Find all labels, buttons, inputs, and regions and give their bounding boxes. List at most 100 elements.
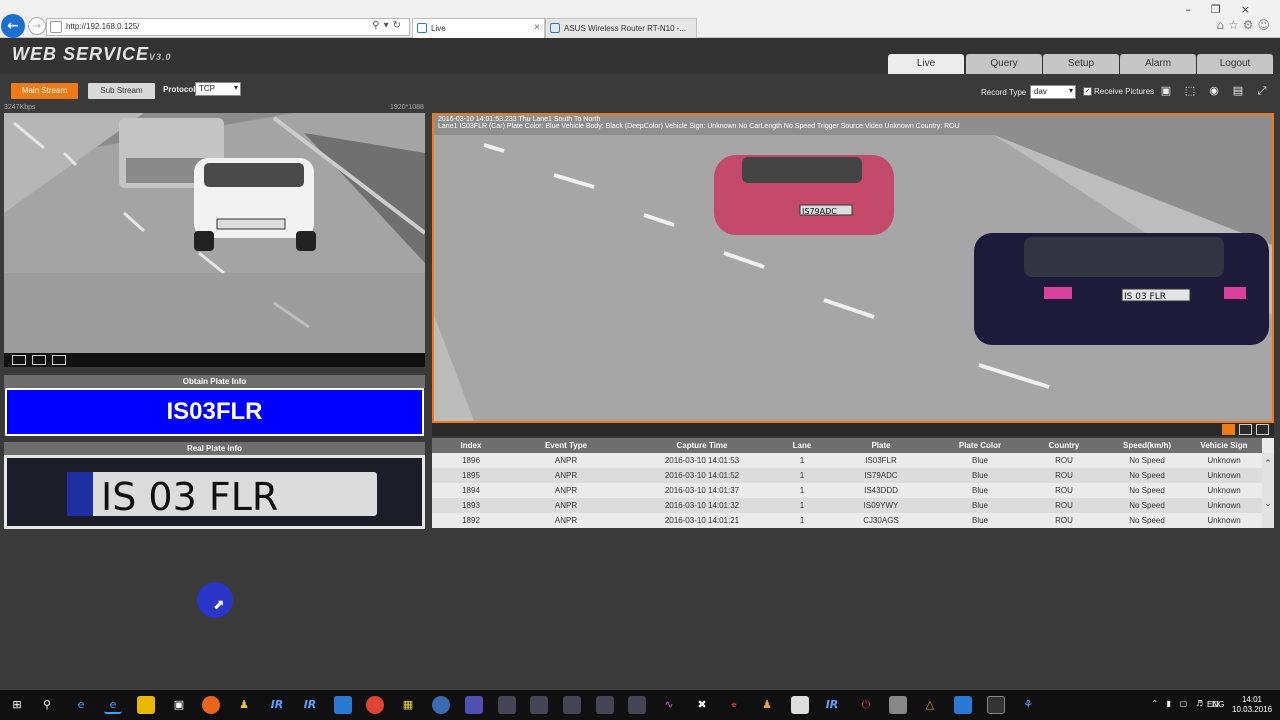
file-explorer-icon[interactable] <box>137 696 155 714</box>
real-plate-panel: IS 03 FLR <box>4 455 425 529</box>
print-app-icon[interactable] <box>889 696 907 714</box>
taskbar-clock[interactable]: 14:01 10.03.2016 <box>1232 695 1272 715</box>
ir-app-icon-3[interactable]: IR <box>823 696 841 714</box>
window-controls[interactable]: –❐× <box>1185 3 1270 16</box>
user-app-icon[interactable]: ♟ <box>758 696 776 714</box>
table-row[interactable]: 1896 ANPR 2016-03-10 14:01:53 1 IS03FLR … <box>432 453 1262 468</box>
disc-app-icon-5[interactable] <box>628 696 646 714</box>
layout-2-icon[interactable] <box>32 355 46 365</box>
protocol-select[interactable]: TCP ▾ <box>195 82 241 96</box>
record-icon[interactable]: ▤ <box>1229 84 1247 98</box>
column-header[interactable]: Index <box>432 438 510 453</box>
forward-icon[interactable]: → <box>28 17 46 35</box>
video-event-overlay: Lane1 IS03FLR (Car) Plate Color: Blue Ve… <box>438 123 960 130</box>
table-scrollbar[interactable]: ⌃ ⌄ <box>1262 453 1274 528</box>
edge-icon[interactable]: e <box>72 696 90 714</box>
main-stream-button[interactable]: Main Stream <box>11 83 78 99</box>
ir-app-icon[interactable]: IR <box>268 696 286 714</box>
browser-tab-router[interactable]: ASUS Wireless Router RT-N10 -... <box>545 18 697 38</box>
close-view-icon[interactable] <box>1256 424 1269 435</box>
fullscreen-icon[interactable]: ⤢ <box>1253 84 1271 98</box>
chess-app-icon[interactable]: ♚ <box>725 696 743 714</box>
column-header[interactable]: Vehicle Sign <box>1186 438 1262 453</box>
receive-pictures-checkbox[interactable]: ✓ <box>1083 87 1092 96</box>
tab-alarm[interactable]: Alarm <box>1120 54 1196 74</box>
single-view-icon[interactable] <box>1222 424 1235 435</box>
disc-app-icon-4[interactable] <box>596 696 614 714</box>
language-indicator[interactable]: ENG <box>1207 700 1224 709</box>
column-header[interactable]: Lane <box>782 438 822 453</box>
table-row[interactable]: 1894 ANPR 2016-03-10 14:01:37 1 IS43DDD … <box>432 483 1262 498</box>
cell-capture-time: 2016-03-10 14:01:52 <box>664 471 740 480</box>
column-header[interactable]: Plate <box>822 438 940 453</box>
record-type-select[interactable]: dav ▾ <box>1030 85 1076 99</box>
region-select-icon[interactable]: ⬚ <box>1181 84 1199 98</box>
installer-icon[interactable]: △ <box>921 696 939 714</box>
column-header[interactable]: Country <box>1020 438 1108 453</box>
internet-explorer-icon[interactable]: e <box>104 696 122 714</box>
cell-lane: 1 <box>799 516 805 525</box>
firefox-icon[interactable] <box>202 696 220 714</box>
table-row[interactable]: 1892 ANPR 2016-03-10 14:01:21 1 CJ30AGS … <box>432 513 1262 528</box>
disc-app-icon-2[interactable] <box>530 696 548 714</box>
settings-app-icon[interactable] <box>954 696 972 714</box>
cell-country: ROU <box>1055 456 1073 465</box>
store-icon[interactable]: ▣ <box>170 696 188 714</box>
capture-scene-image: IS79ADC IS 03 FLR <box>434 115 1272 421</box>
puzzle-app-icon[interactable]: ▦ <box>399 696 417 714</box>
camera-icon[interactable]: ◉ <box>1205 84 1223 98</box>
browser-toolbar-icons[interactable]: ⌂☆⚙☺ <box>1216 18 1274 32</box>
cell-lane: 1 <box>799 471 805 480</box>
browser-tab-live[interactable]: Live × <box>412 18 545 38</box>
column-header[interactable]: Plate Color <box>940 438 1020 453</box>
tab-live[interactable]: Live <box>888 54 964 74</box>
layout-1-icon[interactable] <box>12 355 26 365</box>
tools-icon[interactable]: ✖ <box>693 696 711 714</box>
notepad-icon[interactable] <box>791 696 809 714</box>
back-icon[interactable]: ← <box>1 14 25 38</box>
table-row[interactable]: 1895 ANPR 2016-03-10 14:01:52 1 IS79ADC … <box>432 468 1262 483</box>
disc-app-icon-1[interactable] <box>498 696 516 714</box>
tab-page-icon <box>417 23 427 33</box>
address-bar[interactable]: http://192.168.0.125/ ⚲▾↻ <box>46 18 410 36</box>
plate-crop-image: IS 03 FLR <box>7 458 422 526</box>
people-app-icon[interactable]: ♟ <box>235 696 253 714</box>
app-window-icon[interactable] <box>334 696 352 714</box>
tab-logout[interactable]: Logout <box>1197 54 1273 74</box>
cell-plate-color: Blue <box>971 501 988 510</box>
overview-video-feed[interactable] <box>4 113 425 353</box>
winamp-icon[interactable]: ∿ <box>660 696 678 714</box>
column-header[interactable]: Speed(km/h) <box>1108 438 1186 453</box>
column-header[interactable]: Capture Time <box>622 438 782 453</box>
windows-start-icon[interactable]: ⊞ <box>8 696 26 714</box>
split-view-icon[interactable] <box>1239 424 1252 435</box>
ir-app-icon-2[interactable]: IR <box>301 696 319 714</box>
cell-event-type: ANPR <box>554 501 578 510</box>
search-refresh-icons[interactable]: ⚲▾↻ <box>372 20 405 31</box>
cell-vehicle-sign: Unknown <box>1207 471 1241 480</box>
network-app-icon[interactable] <box>432 696 450 714</box>
column-header[interactable]: Event Type <box>510 438 622 453</box>
cell-country: ROU <box>1055 486 1073 495</box>
capture-video-feed[interactable]: IS79ADC IS 03 FLR 2016-03-10 14:01:53.23… <box>432 113 1274 423</box>
document-app-icon[interactable] <box>465 696 483 714</box>
network-tool-icon[interactable]: ⚘ <box>1019 696 1037 714</box>
cell-index: 1895 <box>462 471 480 480</box>
chrome-icon[interactable] <box>366 696 384 714</box>
cell-speed: No Speed <box>1129 486 1165 495</box>
terminal-icon[interactable] <box>987 696 1005 714</box>
disc-app-icon-3[interactable] <box>563 696 581 714</box>
expand-icon[interactable] <box>52 355 66 365</box>
snapshot-icon[interactable]: ▣ <box>1157 84 1175 98</box>
cell-index: 1893 <box>462 501 480 510</box>
tab-query[interactable]: Query <box>966 54 1042 74</box>
chevron-up-icon[interactable]: ⌃ <box>1262 459 1274 469</box>
power-app-icon[interactable]: ⏻ <box>857 696 875 714</box>
search-icon[interactable]: ⚲ <box>38 696 56 714</box>
sub-stream-button[interactable]: Sub Stream <box>88 83 155 99</box>
table-row[interactable]: 1893 ANPR 2016-03-10 14:01:32 1 IS09YWY … <box>432 498 1262 513</box>
tab-setup[interactable]: Setup <box>1043 54 1119 74</box>
cell-country: ROU <box>1055 471 1073 480</box>
chevron-down-icon[interactable]: ⌄ <box>1262 499 1274 509</box>
close-tab-icon[interactable]: × <box>534 22 540 33</box>
